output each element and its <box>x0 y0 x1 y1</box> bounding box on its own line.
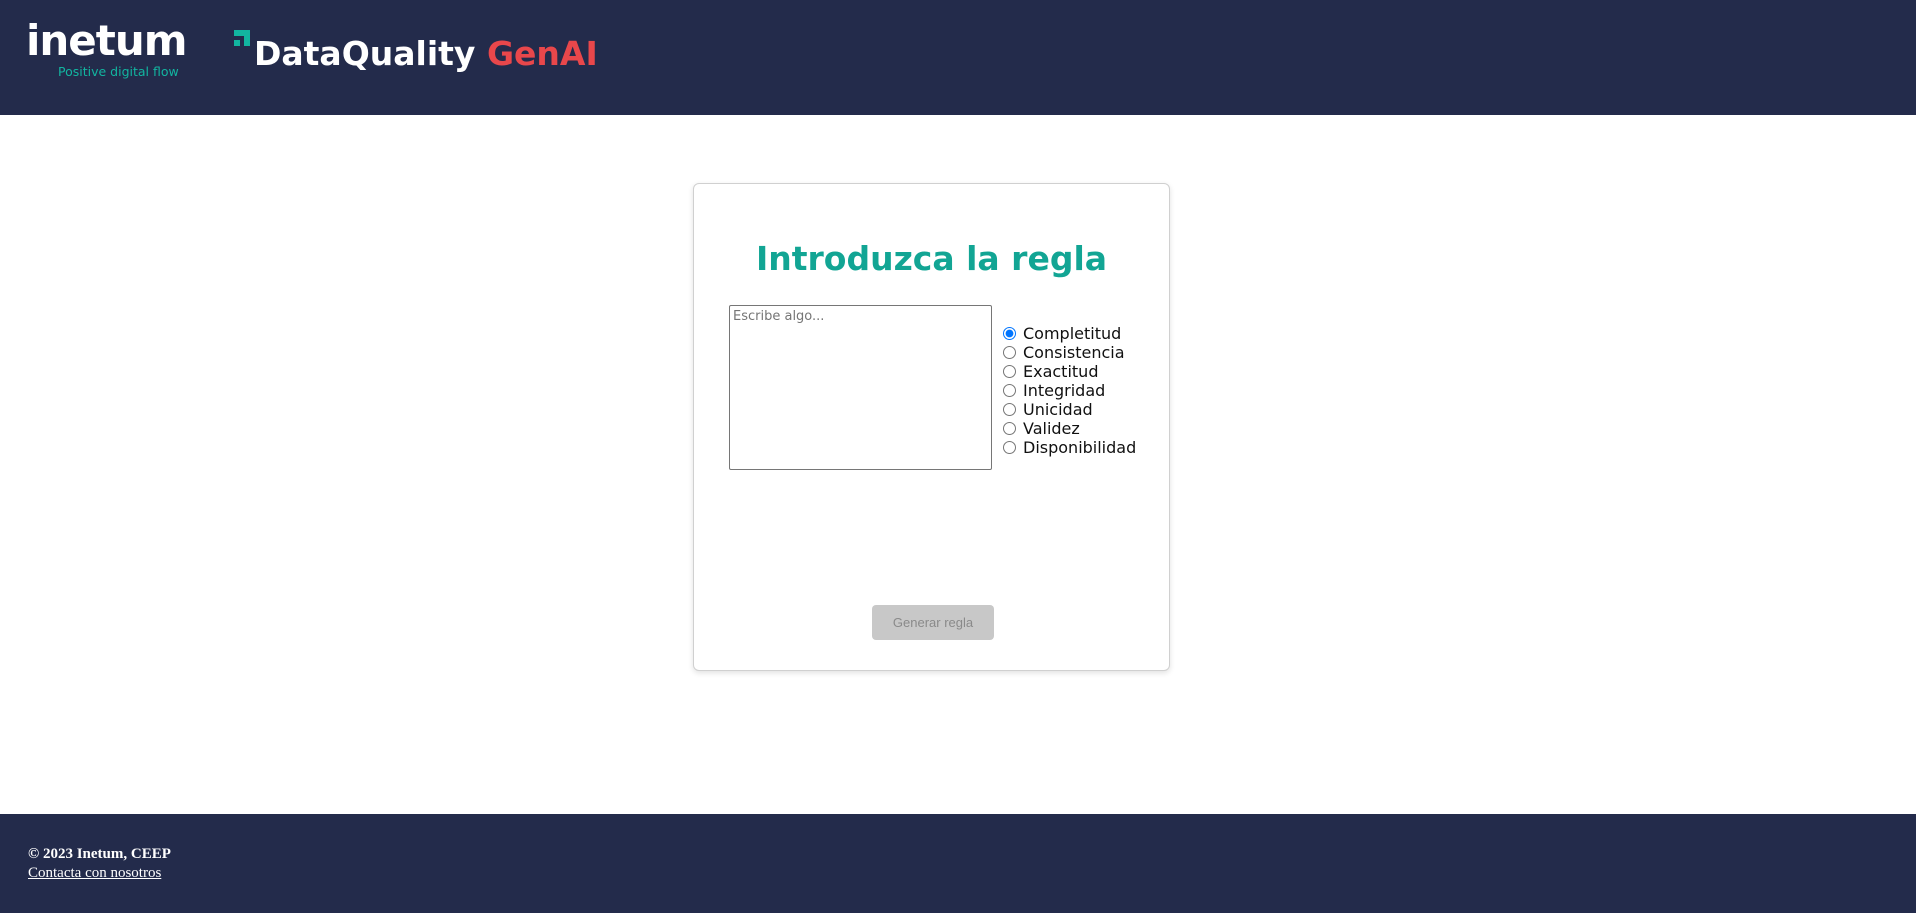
radio-button[interactable] <box>1003 403 1016 416</box>
radio-button[interactable] <box>1003 346 1016 359</box>
app-title: DataQuality GenAI <box>254 34 598 74</box>
radio-label: Validez <box>1023 419 1080 438</box>
header-bar: inetum Positive digital flow DataQuality… <box>0 0 1916 115</box>
card-title: Introduzca la regla <box>755 239 1108 278</box>
radio-button[interactable] <box>1003 441 1016 454</box>
radio-button[interactable] <box>1003 327 1016 340</box>
dimension-radio-group: Completitud Consistencia Exactitud Integrid… <box>1001 324 1161 457</box>
radio-option-consistencia[interactable]: Consistencia <box>1001 343 1161 362</box>
radio-button[interactable] <box>1003 384 1016 397</box>
radio-label: Completitud <box>1023 324 1122 343</box>
radio-option-disponibilidad[interactable]: Disponibilidad <box>1001 438 1161 457</box>
inetum-logo[interactable]: inetum Positive digital flow <box>26 16 250 80</box>
radio-label: Disponibilidad <box>1023 438 1137 457</box>
footer-bar: © 2023 Inetum, CEEP Contacta con nosotro… <box>0 814 1916 913</box>
radio-option-completitud[interactable]: Completitud <box>1001 324 1161 343</box>
radio-button[interactable] <box>1003 422 1016 435</box>
radio-button[interactable] <box>1003 365 1016 378</box>
radio-label: Integridad <box>1023 381 1106 400</box>
page: inetum Positive digital flow DataQuality… <box>0 0 1916 913</box>
radio-option-validez[interactable]: Validez <box>1001 419 1161 438</box>
generate-rule-button[interactable]: Generar regla <box>872 605 994 640</box>
logo-wordmark: inetum <box>26 16 188 65</box>
radio-option-exactitud[interactable]: Exactitud <box>1001 362 1161 381</box>
radio-label: Unicidad <box>1023 400 1093 419</box>
radio-option-integridad[interactable]: Integridad <box>1001 381 1161 400</box>
inetum-corner-mark-icon <box>234 30 250 46</box>
radio-label: Exactitud <box>1023 362 1099 381</box>
rule-textarea[interactable] <box>729 305 992 470</box>
logo-tagline: Positive digital flow <box>58 64 179 79</box>
radio-option-unicidad[interactable]: Unicidad <box>1001 400 1161 419</box>
footer-copyright: © 2023 Inetum, CEEP <box>28 846 171 862</box>
app-title-main: DataQuality <box>254 34 476 73</box>
contact-link[interactable]: Contacta con nosotros <box>28 864 161 882</box>
app-title-accent: GenAI <box>486 34 598 73</box>
rule-card: Introduzca la regla CompletitudConsisten… <box>693 183 1170 671</box>
radio-label: Consistencia <box>1023 343 1125 362</box>
